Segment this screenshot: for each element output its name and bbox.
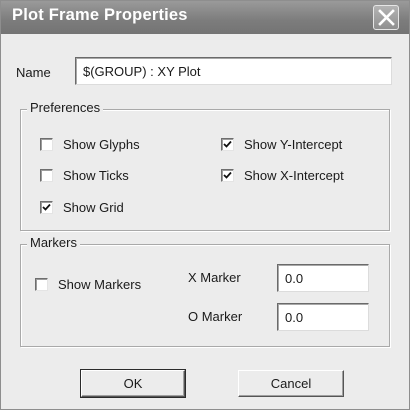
preferences-legend: Preferences	[27, 100, 104, 115]
cancel-button[interactable]: Cancel	[238, 370, 344, 397]
show-ticks-checkbox[interactable]	[40, 169, 53, 182]
x-marker-field[interactable]: 0.0	[277, 264, 369, 292]
checkmark-icon	[42, 203, 51, 211]
checkmark-icon	[223, 171, 232, 179]
show-x-intercept-checkbox[interactable]	[221, 169, 234, 182]
name-label: Name	[16, 65, 51, 80]
markers-legend: Markers	[27, 235, 80, 250]
show-markers-checkbox[interactable]	[35, 278, 48, 291]
x-marker-label: X Marker	[188, 270, 241, 285]
show-glyphs-label[interactable]: Show Glyphs	[63, 137, 140, 152]
show-grid-checkbox[interactable]	[40, 201, 53, 214]
markers-group	[20, 244, 390, 347]
o-marker-field[interactable]: 0.0	[277, 303, 369, 331]
show-y-intercept-checkbox[interactable]	[221, 138, 234, 151]
show-markers-label[interactable]: Show Markers	[58, 277, 141, 292]
close-icon	[378, 9, 395, 26]
show-ticks-label[interactable]: Show Ticks	[63, 168, 129, 183]
title-bar[interactable]: Plot Frame Properties	[1, 1, 409, 34]
checkmark-icon	[223, 140, 232, 148]
plot-frame-properties-dialog: Plot Frame Properties Name $(GROUP) : XY…	[0, 0, 410, 410]
close-button[interactable]	[373, 5, 399, 30]
ok-button[interactable]: OK	[80, 369, 186, 398]
show-grid-label[interactable]: Show Grid	[63, 200, 124, 215]
o-marker-label: O Marker	[188, 309, 243, 324]
show-glyphs-checkbox[interactable]	[40, 138, 53, 151]
show-y-intercept-label[interactable]: Show Y-Intercept	[244, 137, 342, 152]
dialog-title: Plot Frame Properties	[12, 6, 188, 24]
show-x-intercept-label[interactable]: Show X-Intercept	[244, 168, 344, 183]
name-field[interactable]: $(GROUP) : XY Plot	[75, 57, 392, 85]
